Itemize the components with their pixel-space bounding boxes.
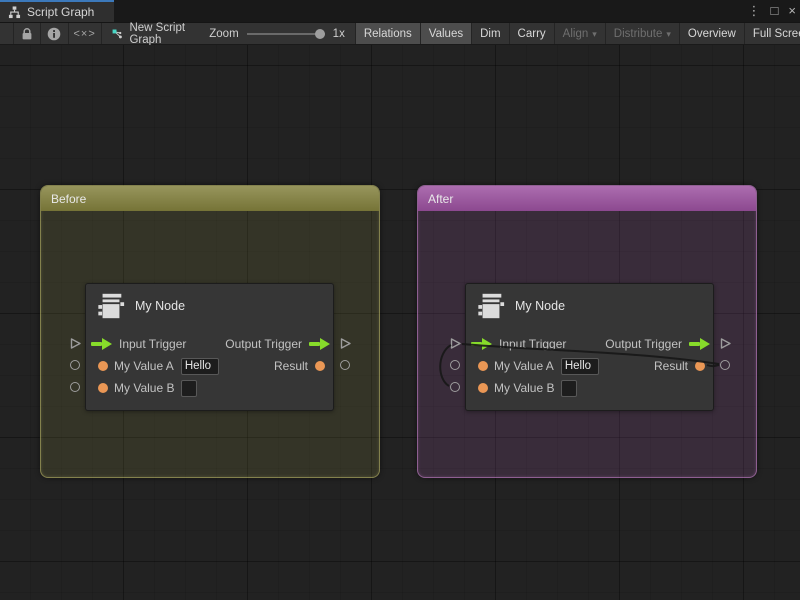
outer-trigger-out-port[interactable] [339, 337, 352, 350]
outer-value-a-port[interactable] [450, 360, 460, 370]
distribute-dropdown[interactable]: Distribute ▾ [606, 23, 680, 44]
fullscreen-button[interactable]: Full Screen [745, 23, 800, 44]
outer-value-a-port[interactable] [70, 360, 80, 370]
port-value-b-label: My Value B [494, 381, 554, 395]
close-icon[interactable]: × [788, 0, 796, 22]
node-my-node-before[interactable]: My Node Input Trigger Output Trigger My … [85, 283, 334, 411]
script-graph-window: Script Graph ⋮ □ × <×> [0, 0, 800, 600]
port-result-label: Result [654, 359, 688, 373]
group-before-title: Before [51, 192, 86, 206]
port-input-trigger-label: Input Trigger [119, 337, 186, 351]
port-output-trigger-icon[interactable] [689, 338, 711, 350]
port-result-label: Result [274, 359, 308, 373]
group-after-header[interactable]: After [418, 186, 756, 211]
zoom-slider[interactable] [247, 27, 325, 41]
port-output-trigger-label: Output Trigger [225, 337, 302, 351]
code-icon: <×> [74, 28, 96, 40]
port-output-trigger-label: Output Trigger [605, 337, 682, 351]
node-icon [96, 291, 126, 321]
kebab-menu-icon[interactable]: ⋮ [748, 0, 761, 22]
port-value-a-label: My Value A [114, 359, 174, 373]
port-value-b-icon[interactable] [478, 383, 488, 393]
port-input-trigger-label: Input Trigger [499, 337, 566, 351]
relations-toggle[interactable]: Relations [356, 23, 421, 44]
values-toggle[interactable]: Values [421, 23, 472, 44]
graph-asset-selector[interactable]: New Script Graph [112, 23, 196, 44]
lock-icon [21, 27, 33, 41]
relations-label: Relations [364, 28, 412, 40]
tab-label: Script Graph [27, 5, 94, 19]
tab-strip: Script Graph ⋮ □ × [0, 0, 800, 22]
distribute-label: Distribute [614, 28, 663, 40]
node-title: My Node [515, 299, 565, 313]
port-output-trigger-icon[interactable] [309, 338, 331, 350]
port-input-trigger-icon[interactable] [91, 338, 113, 350]
info-icon [47, 27, 61, 41]
overview-button[interactable]: Overview [680, 23, 745, 44]
port-value-b-label: My Value B [114, 381, 174, 395]
zoom-label: Zoom [209, 28, 238, 40]
value-a-input[interactable] [561, 358, 599, 375]
group-before-header[interactable]: Before [41, 186, 379, 211]
port-result-icon[interactable] [695, 361, 705, 371]
port-input-trigger-icon[interactable] [471, 338, 493, 350]
code-view-button[interactable]: <×> [69, 23, 102, 44]
outer-result-port[interactable] [340, 360, 350, 370]
tab-script-graph[interactable]: Script Graph [0, 0, 114, 22]
value-a-input[interactable] [181, 358, 219, 375]
lock-button[interactable] [13, 23, 41, 44]
fullscreen-label: Full Screen [753, 28, 800, 40]
zoom-value: 1x [333, 28, 345, 40]
carry-toggle[interactable]: Carry [510, 23, 555, 44]
chevron-down-icon: ▾ [592, 29, 597, 40]
value-b-input[interactable] [561, 380, 577, 397]
dim-toggle[interactable]: Dim [472, 23, 509, 44]
chevron-down-icon: ▾ [666, 29, 671, 40]
outer-trigger-out-port[interactable] [719, 337, 732, 350]
zoom-slider-handle[interactable] [315, 29, 325, 39]
hierarchy-icon [8, 6, 21, 19]
script-graph-icon [112, 27, 123, 41]
value-b-input[interactable] [181, 380, 197, 397]
zoom-slider-track [247, 33, 325, 35]
outer-result-port[interactable] [720, 360, 730, 370]
outer-trigger-in-port[interactable] [69, 337, 82, 350]
outer-value-b-port[interactable] [450, 382, 460, 392]
graph-canvas[interactable]: Before After My Node [0, 45, 800, 600]
port-value-a-icon[interactable] [478, 361, 488, 371]
outer-value-b-port[interactable] [70, 382, 80, 392]
graph-asset-label: New Script Graph [129, 22, 195, 46]
node-title: My Node [135, 299, 185, 313]
port-result-icon[interactable] [315, 361, 325, 371]
carry-label: Carry [518, 28, 546, 40]
port-value-b-icon[interactable] [98, 383, 108, 393]
maximize-icon[interactable]: □ [771, 0, 779, 22]
node-icon [476, 291, 506, 321]
info-button[interactable] [41, 23, 69, 44]
port-value-a-icon[interactable] [98, 361, 108, 371]
dim-label: Dim [480, 28, 500, 40]
outer-trigger-in-port[interactable] [449, 337, 462, 350]
align-label: Align [563, 28, 589, 40]
port-value-a-label: My Value A [494, 359, 554, 373]
group-after-title: After [428, 192, 453, 206]
overview-label: Overview [688, 28, 736, 40]
node-my-node-after[interactable]: My Node Input Trigger Output Trigger My … [465, 283, 714, 411]
values-label: Values [429, 28, 463, 40]
align-dropdown[interactable]: Align ▾ [555, 23, 606, 44]
graph-toolbar: <×> New Script Graph Zoom 1x Relations [0, 22, 800, 45]
